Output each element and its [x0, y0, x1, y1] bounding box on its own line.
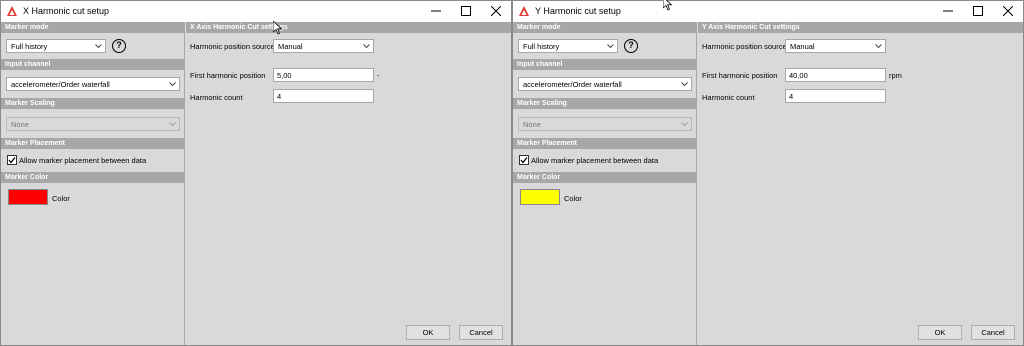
settings-section-title: Y Axis Harmonic Cut settings — [698, 22, 1023, 33]
close-icon — [491, 6, 501, 16]
left-panel: Marker mode Full history ? Input channel… — [513, 22, 697, 345]
chevron-down-icon — [607, 44, 614, 49]
input-channel-value: accelerometer/Order waterfall — [11, 80, 110, 89]
chevron-down-icon — [169, 82, 176, 87]
marker-scaling-value: None — [11, 120, 29, 129]
cancel-button[interactable]: Cancel — [459, 325, 503, 340]
help-icon[interactable]: ? — [112, 39, 126, 53]
ok-button[interactable]: OK — [918, 325, 962, 340]
color-swatch[interactable] — [520, 189, 560, 205]
section-marker-color: Marker Color — [513, 172, 697, 183]
window-title: Y Harmonic cut setup — [535, 6, 621, 16]
color-label: Color — [52, 194, 70, 203]
allow-placement-label[interactable]: Allow marker placement between data — [19, 156, 146, 165]
close-button[interactable] — [481, 3, 511, 19]
left-panel: Marker mode Full history ? Input channel… — [1, 22, 185, 345]
section-input-channel: Input channel — [513, 59, 697, 70]
section-marker-placement: Marker Placement — [1, 138, 185, 149]
cancel-button[interactable]: Cancel — [971, 325, 1015, 340]
close-icon — [1003, 6, 1013, 16]
harmonic-source-label: Harmonic position source — [190, 42, 275, 51]
allow-placement-checkbox[interactable] — [7, 155, 17, 165]
title-bar[interactable]: Y Harmonic cut setup — [513, 1, 1023, 22]
minimize-button[interactable] — [933, 3, 963, 19]
chevron-down-icon — [681, 122, 688, 127]
minimize-icon — [943, 10, 953, 12]
minimize-button[interactable] — [421, 3, 451, 19]
marker-mode-value: Full history — [11, 42, 48, 51]
first-position-label: First harmonic position — [702, 71, 778, 80]
maximize-button[interactable] — [451, 3, 481, 19]
harmonic-count-input[interactable]: 4 — [273, 89, 374, 103]
mouse-cursor-icon — [273, 21, 283, 35]
harmonic-count-label: Harmonic count — [702, 93, 755, 102]
mouse-cursor-icon — [663, 0, 673, 11]
first-position-input[interactable]: 40,00 — [785, 68, 886, 82]
allow-placement-label[interactable]: Allow marker placement between data — [531, 156, 658, 165]
app-logo-icon — [7, 6, 17, 16]
harmonic-count-input[interactable]: 4 — [785, 89, 886, 103]
chevron-down-icon — [363, 44, 370, 49]
color-swatch[interactable] — [8, 189, 48, 205]
chevron-down-icon — [875, 44, 882, 49]
settings-section-title: X Axis Harmonic Cut settings — [186, 22, 511, 33]
marker-scaling-select[interactable]: None — [518, 117, 692, 131]
section-marker-scaling: Marker Scaling — [1, 98, 185, 109]
harmonic-source-label: Harmonic position source — [702, 42, 787, 51]
color-label: Color — [564, 194, 582, 203]
chevron-down-icon — [681, 82, 688, 87]
marker-mode-select[interactable]: Full history — [6, 39, 106, 53]
title-bar[interactable]: X Harmonic cut setup — [1, 1, 511, 22]
minimize-icon — [431, 10, 441, 12]
input-channel-select[interactable]: accelerometer/Order waterfall — [6, 77, 180, 91]
section-marker-mode: Marker mode — [513, 22, 697, 33]
help-icon[interactable]: ? — [624, 39, 638, 53]
y-harmonic-cut-window: Y Harmonic cut setup Marker mode Full hi… — [512, 0, 1024, 346]
ok-button[interactable]: OK — [406, 325, 450, 340]
section-marker-color: Marker Color — [1, 172, 185, 183]
marker-scaling-value: None — [523, 120, 541, 129]
window-title: X Harmonic cut setup — [23, 6, 110, 16]
close-button[interactable] — [993, 3, 1023, 19]
harmonic-source-value: Manual — [790, 42, 815, 51]
harmonic-source-value: Manual — [278, 42, 303, 51]
section-input-channel: Input channel — [1, 59, 185, 70]
checkmark-icon — [8, 157, 16, 164]
right-panel: X Axis Harmonic Cut settings Harmonic po… — [186, 22, 511, 319]
chevron-down-icon — [95, 44, 102, 49]
checkmark-icon — [520, 157, 528, 164]
input-channel-value: accelerometer/Order waterfall — [523, 80, 622, 89]
marker-mode-select[interactable]: Full history — [518, 39, 618, 53]
app-logo-icon — [519, 6, 529, 16]
harmonic-source-select[interactable]: Manual — [273, 39, 374, 53]
harmonic-source-select[interactable]: Manual — [785, 39, 886, 53]
first-position-unit: - — [377, 71, 380, 80]
maximize-icon — [461, 6, 471, 16]
input-channel-select[interactable]: accelerometer/Order waterfall — [518, 77, 692, 91]
x-harmonic-cut-window: X Harmonic cut setup Marker mode Full hi… — [0, 0, 512, 346]
maximize-icon — [973, 6, 983, 16]
chevron-down-icon — [169, 122, 176, 127]
marker-mode-value: Full history — [523, 42, 560, 51]
first-position-unit: rpm — [889, 71, 902, 80]
right-panel: Y Axis Harmonic Cut settings Harmonic po… — [698, 22, 1023, 319]
section-marker-scaling: Marker Scaling — [513, 98, 697, 109]
first-position-label: First harmonic position — [190, 71, 266, 80]
allow-placement-checkbox[interactable] — [519, 155, 529, 165]
first-position-input[interactable]: 5,00 — [273, 68, 374, 82]
harmonic-count-label: Harmonic count — [190, 93, 243, 102]
section-marker-mode: Marker mode — [1, 22, 185, 33]
section-marker-placement: Marker Placement — [513, 138, 697, 149]
maximize-button[interactable] — [963, 3, 993, 19]
marker-scaling-select[interactable]: None — [6, 117, 180, 131]
